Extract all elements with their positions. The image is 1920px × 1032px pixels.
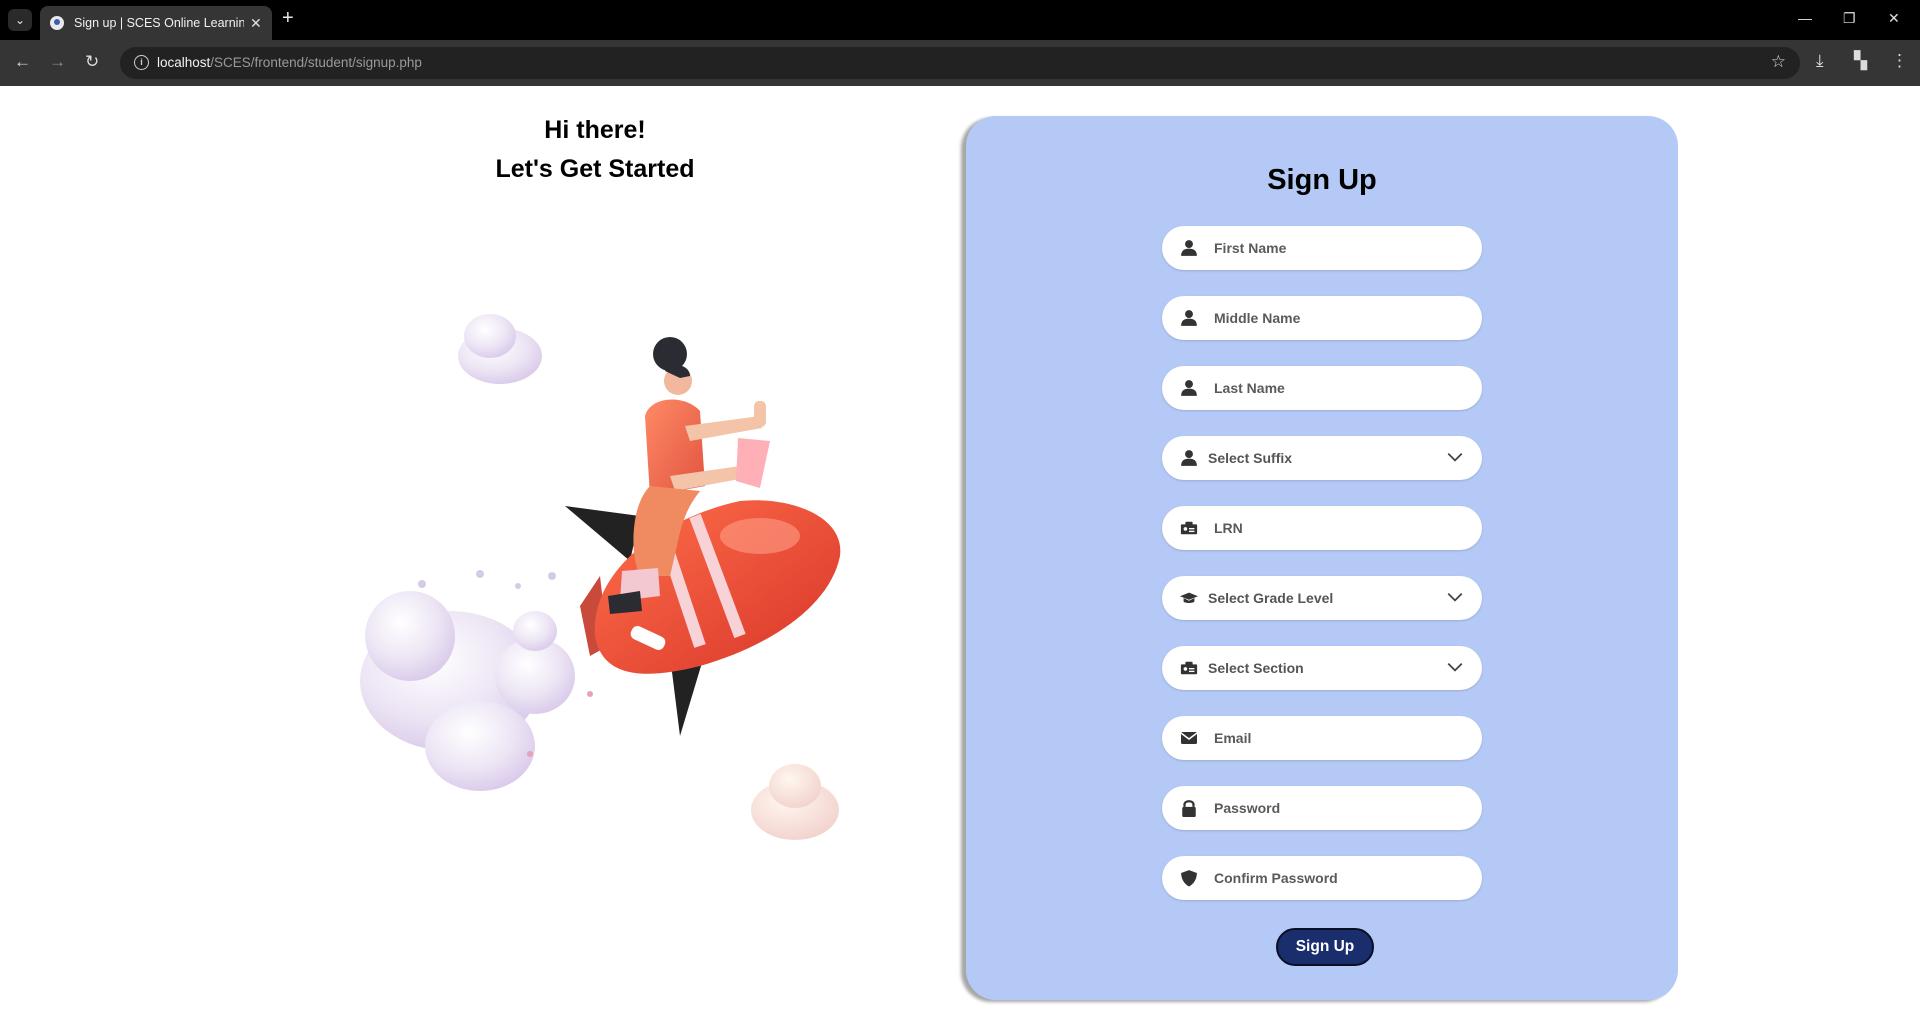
last-name-field[interactable]: [1162, 366, 1482, 410]
new-tab-icon[interactable]: +: [282, 7, 294, 30]
id-card-icon: [1180, 521, 1198, 535]
minimize-icon[interactable]: —: [1798, 10, 1812, 26]
greeting-heading: Hi there!: [544, 116, 646, 144]
lock-icon: [1182, 800, 1196, 817]
middle-name-input[interactable]: [1212, 309, 1466, 327]
section-selected-value: Select Section: [1208, 660, 1304, 676]
forward-icon[interactable]: →: [49, 52, 66, 72]
user-icon: [1181, 240, 1197, 256]
user-icon: [1181, 380, 1197, 396]
grade-level-selected-value: Select Grade Level: [1208, 590, 1334, 606]
first-name-field[interactable]: [1162, 226, 1482, 270]
download-icon[interactable]: ⤓: [1816, 51, 1824, 71]
restore-icon[interactable]: ❐: [1843, 10, 1856, 27]
email-input[interactable]: [1212, 729, 1466, 747]
close-window-icon[interactable]: ✕: [1888, 10, 1900, 27]
chevron-down-icon: [1447, 662, 1463, 672]
browser-tabbar: ⌄ Sign up | SCES Online Learning ✕ + — ❐…: [0, 0, 1920, 40]
confirm-password-field[interactable]: [1162, 856, 1482, 900]
tab-search-button[interactable]: ⌄: [8, 9, 32, 31]
signup-button[interactable]: Sign Up: [1276, 928, 1374, 966]
grade-level-select[interactable]: Select Grade Level: [1162, 576, 1482, 620]
tab-close-icon[interactable]: ✕: [250, 15, 262, 32]
tab-title: Sign up | SCES Online Learning: [74, 16, 244, 30]
cloud-bottom-right: [751, 764, 839, 840]
lrn-field[interactable]: [1162, 506, 1482, 550]
rocket: [565, 500, 841, 736]
menu-kebab-icon[interactable]: ⋮: [1891, 51, 1908, 71]
envelope-icon: [1180, 732, 1198, 744]
signup-title: Sign Up: [1267, 164, 1377, 196]
user-icon: [1181, 450, 1197, 466]
chevron-down-icon: [1447, 452, 1463, 462]
profile-icon[interactable]: ▚: [1854, 51, 1867, 71]
id-card-icon: [1180, 661, 1198, 675]
lrn-input[interactable]: [1212, 519, 1466, 537]
section-select[interactable]: Select Section: [1162, 646, 1482, 690]
rocket-illustration: [360, 314, 841, 840]
bookmark-star-icon[interactable]: ☆: [1771, 52, 1786, 72]
back-icon[interactable]: ←: [14, 52, 31, 72]
browser-tab-active[interactable]: Sign up | SCES Online Learning ✕: [40, 6, 272, 40]
suffix-selected-value: Select Suffix: [1208, 450, 1293, 466]
email-field[interactable]: [1162, 716, 1482, 760]
exhaust-cloud: [360, 570, 593, 791]
reload-icon[interactable]: ↻: [85, 52, 99, 72]
cloud-top-left: [458, 314, 542, 384]
last-name-input[interactable]: [1212, 379, 1466, 397]
url-text: localhost/SCES/frontend/student/signup.p…: [157, 55, 422, 70]
user-icon: [1181, 310, 1197, 326]
greeting-subheading: Let's Get Started: [495, 155, 695, 183]
signup-card: Sign Up Select Suffix Select Grade Level: [966, 116, 1678, 1000]
chevron-down-icon: [1447, 592, 1463, 602]
site-favicon-icon: [50, 16, 64, 30]
first-name-input[interactable]: [1212, 239, 1466, 257]
address-bar[interactable]: i localhost/SCES/frontend/student/signup…: [120, 47, 1800, 79]
site-info-icon[interactable]: i: [134, 55, 149, 70]
middle-name-field[interactable]: [1162, 296, 1482, 340]
shield-icon: [1181, 870, 1197, 887]
page-content: Hi there! Let's Get Started Sign Up Firs…: [0, 86, 1920, 1032]
password-input[interactable]: [1212, 799, 1466, 817]
confirm-password-input[interactable]: [1212, 869, 1466, 887]
suffix-select[interactable]: Select Suffix: [1162, 436, 1482, 480]
password-field[interactable]: [1162, 786, 1482, 830]
graduation-cap-icon: [1180, 592, 1198, 603]
